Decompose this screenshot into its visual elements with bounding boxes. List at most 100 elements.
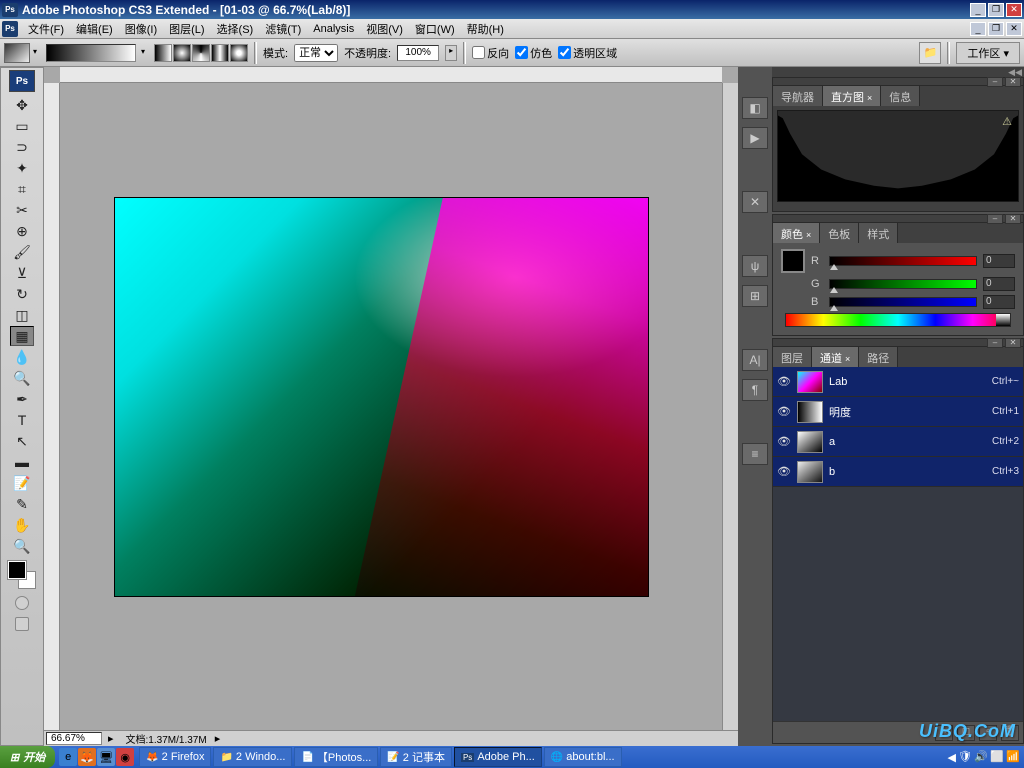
histogram-display[interactable]: ⚠: [777, 110, 1019, 202]
menu-file[interactable]: 文件(F): [22, 19, 70, 39]
dock-nav-icon[interactable]: ◧: [742, 97, 768, 119]
gradient-preview[interactable]: [46, 44, 136, 62]
restore-button[interactable]: ❐: [988, 3, 1004, 17]
gradient-radial-icon[interactable]: [173, 44, 191, 62]
notes-tool[interactable]: 📝: [10, 473, 34, 493]
ql-desktop-icon[interactable]: 🖥: [97, 748, 115, 766]
dock-char-icon[interactable]: A|: [742, 349, 768, 371]
menu-select[interactable]: 选择(S): [211, 19, 260, 39]
type-tool[interactable]: T: [10, 410, 34, 430]
tab-styles[interactable]: 样式: [859, 223, 898, 243]
warning-icon[interactable]: ⚠: [1002, 115, 1012, 128]
menu-layer[interactable]: 图层(L): [163, 19, 210, 39]
panel-close-icon[interactable]: ✕: [1005, 77, 1021, 87]
ruler-horizontal[interactable]: [60, 67, 722, 83]
new-channel-icon[interactable]: ▫: [979, 725, 997, 741]
brush-tool[interactable]: 🖌: [10, 242, 34, 262]
menu-analysis[interactable]: Analysis: [307, 21, 360, 37]
tray-icon[interactable]: 🔊: [974, 750, 988, 764]
ql-firefox-icon[interactable]: 🦊: [78, 748, 96, 766]
doc-restore-button[interactable]: ❐: [988, 22, 1004, 36]
blur-tool[interactable]: 💧: [10, 347, 34, 367]
system-tray[interactable]: ◀ 🛡 🔊 ⬜ 📶: [944, 750, 1024, 764]
g-value[interactable]: 0: [983, 277, 1015, 291]
spectrum-ramp[interactable]: [785, 313, 1011, 327]
task-button[interactable]: 🌐about:bl...: [544, 747, 622, 767]
zoom-tool[interactable]: 🔍: [10, 536, 34, 556]
menu-filter[interactable]: 滤镜(T): [259, 19, 307, 39]
b-slider[interactable]: [829, 297, 977, 307]
tab-info[interactable]: 信息: [881, 86, 920, 106]
ql-ie-icon[interactable]: e: [59, 748, 77, 766]
r-slider[interactable]: [829, 256, 977, 266]
g-slider[interactable]: [829, 279, 977, 289]
channel-row[interactable]: 👁 明度 Ctrl+1: [773, 397, 1023, 427]
info-flyout[interactable]: ▸: [215, 732, 221, 745]
tab-histogram[interactable]: 直方图×: [823, 86, 881, 106]
task-button[interactable]: 📄【Photos...: [294, 747, 378, 767]
close-button[interactable]: ✕: [1006, 3, 1022, 17]
zoom-flyout[interactable]: ▸: [104, 732, 118, 745]
pen-tool[interactable]: ✒: [10, 389, 34, 409]
panel-min-icon[interactable]: –: [987, 214, 1003, 224]
panel-close-icon[interactable]: ✕: [1005, 214, 1021, 224]
doc-info[interactable]: 文档:1.37M/1.37M: [118, 731, 215, 746]
healing-tool[interactable]: ⊕: [10, 221, 34, 241]
stamp-tool[interactable]: ⊻: [10, 263, 34, 283]
history-brush-tool[interactable]: ↻: [10, 284, 34, 304]
hand-tool[interactable]: ✋: [10, 515, 34, 535]
r-value[interactable]: 0: [983, 254, 1015, 268]
tab-layers[interactable]: 图层: [773, 347, 812, 367]
visibility-icon[interactable]: 👁: [777, 435, 791, 448]
menu-edit[interactable]: 编辑(E): [70, 19, 119, 39]
gradient-tool[interactable]: ▦: [10, 326, 34, 346]
panel-close-icon[interactable]: ✕: [1005, 338, 1021, 348]
eraser-tool[interactable]: ◫: [10, 305, 34, 325]
lasso-tool[interactable]: ⊃: [10, 137, 34, 157]
scrollbar-vertical[interactable]: [722, 83, 738, 730]
doc-close-button[interactable]: ✕: [1006, 22, 1022, 36]
menu-window[interactable]: 窗口(W): [409, 19, 461, 39]
canvas[interactable]: [114, 197, 649, 597]
opacity-value[interactable]: 100%: [397, 45, 439, 61]
save-selection-icon[interactable]: ◻: [957, 725, 975, 741]
reverse-checkbox[interactable]: 反向: [472, 45, 509, 61]
tray-icon[interactable]: 🛡: [958, 750, 972, 764]
gradient-linear-icon[interactable]: [154, 44, 172, 62]
dock-layers-icon[interactable]: ≡: [742, 443, 768, 465]
visibility-icon[interactable]: 👁: [777, 465, 791, 478]
path-tool[interactable]: ↖: [10, 431, 34, 451]
move-tool[interactable]: ✥: [10, 95, 34, 115]
panel-min-icon[interactable]: –: [987, 338, 1003, 348]
gradient-reflected-icon[interactable]: [211, 44, 229, 62]
wand-tool[interactable]: ✦: [10, 158, 34, 178]
menu-image[interactable]: 图像(I): [119, 19, 163, 39]
ruler-vertical[interactable]: [44, 83, 60, 730]
ps-logo-icon[interactable]: Ps: [9, 70, 35, 92]
bridge-button[interactable]: 📁: [919, 42, 941, 64]
tab-paths[interactable]: 路径: [859, 347, 898, 367]
menu-view[interactable]: 视图(V): [360, 19, 409, 39]
tab-swatches[interactable]: 色板: [820, 223, 859, 243]
ps-menu-icon[interactable]: Ps: [2, 21, 18, 37]
dock-brush-icon[interactable]: ψ: [742, 255, 768, 277]
eyedropper-tool[interactable]: ✎: [10, 494, 34, 514]
gradient-angle-icon[interactable]: [192, 44, 210, 62]
quickmask-toggle[interactable]: [15, 596, 29, 610]
task-button[interactable]: 📝2 记事本: [380, 747, 452, 767]
workspace-dropdown[interactable]: 工作区 ▾: [956, 42, 1020, 64]
color-preview[interactable]: [781, 249, 805, 273]
tab-navigator[interactable]: 导航器: [773, 86, 823, 106]
slice-tool[interactable]: ✂: [10, 200, 34, 220]
color-swatches[interactable]: [8, 561, 36, 589]
task-button[interactable]: PsAdobe Ph...: [454, 747, 542, 767]
channel-row[interactable]: 👁 a Ctrl+2: [773, 427, 1023, 457]
shape-tool[interactable]: ▬: [10, 452, 34, 472]
menu-help[interactable]: 帮助(H): [461, 19, 510, 39]
tab-channels[interactable]: 通道×: [812, 347, 859, 367]
delete-channel-icon[interactable]: 🗑: [1001, 725, 1019, 741]
zoom-field[interactable]: 66.67%: [46, 732, 102, 745]
marquee-tool[interactable]: ▭: [10, 116, 34, 136]
minimize-button[interactable]: _: [970, 3, 986, 17]
gradient-tool-preset[interactable]: [4, 43, 30, 63]
